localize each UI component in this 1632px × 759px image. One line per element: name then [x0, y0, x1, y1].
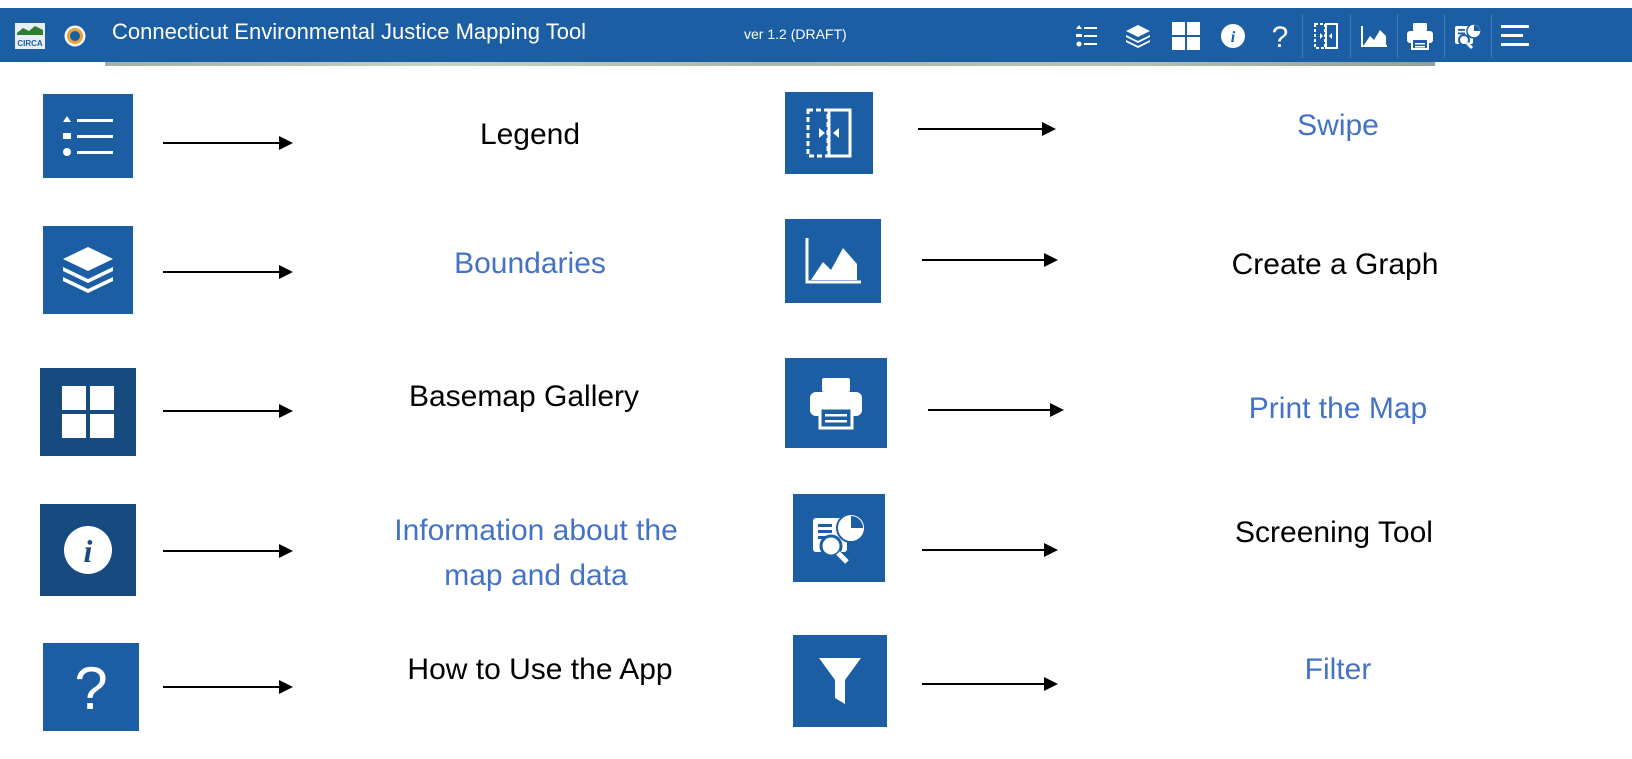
info-icon: i: [1221, 24, 1245, 48]
legend-arrow: [163, 136, 293, 150]
toolbar-separator: [1397, 14, 1398, 58]
app-title: Connecticut Environmental Justice Mappin…: [112, 19, 587, 44]
basemap-gallery-icon: [62, 386, 114, 438]
toolbar-info-button[interactable]: i: [1215, 18, 1251, 54]
toolbar-separator: [1444, 14, 1445, 58]
filter-arrow: [922, 677, 1058, 691]
circa-logo-text: CIRCA: [17, 39, 43, 48]
boundaries-label: Boundaries: [454, 247, 606, 280]
print-tile[interactable]: [785, 358, 887, 448]
basemap-gallery-icon: [1172, 22, 1200, 50]
screening-icon: [813, 513, 866, 564]
toolbar-layers-button[interactable]: [1120, 18, 1156, 54]
help-tile[interactable]: ?: [43, 643, 139, 731]
basemap-gallery-tile[interactable]: [40, 368, 136, 456]
menu-icon: [1501, 25, 1529, 46]
basemap-gallery-label: Basemap Gallery: [408, 380, 640, 413]
filter-tile[interactable]: [793, 635, 887, 727]
boundaries-tile[interactable]: [43, 226, 133, 314]
toolbar-separator: [1350, 14, 1351, 58]
info-icon: i: [64, 526, 112, 574]
graph-icon: [1361, 26, 1387, 47]
uconn-seal-icon: [64, 25, 86, 47]
print-arrow: [928, 403, 1064, 417]
screening-label: Screening Tool: [1235, 516, 1433, 549]
print-label: Print the Map: [1248, 392, 1428, 425]
toolbar-separator: [1491, 14, 1492, 58]
filter-icon: [819, 658, 861, 704]
graph-arrow: [922, 253, 1058, 267]
swipe-arrow: [918, 122, 1056, 136]
app-header: CIRCA Connecticut Environmental Justice …: [0, 8, 1632, 62]
print-icon: [810, 378, 862, 430]
help-arrow: [163, 680, 293, 694]
swipe-icon: [1314, 23, 1338, 49]
legend-icon: [63, 116, 113, 156]
help-icon: ?: [1272, 21, 1289, 51]
toolbar-graph-button[interactable]: [1356, 18, 1392, 54]
circa-logo-icon: CIRCA: [15, 23, 45, 49]
print-icon: [1407, 23, 1433, 50]
information-arrow: [163, 544, 293, 558]
help-icon: ?: [74, 657, 107, 717]
toolbar-menu-button[interactable]: [1497, 18, 1533, 54]
svg-text:i: i: [84, 533, 93, 569]
layers-icon: [63, 247, 113, 293]
svg-text:i: i: [1231, 29, 1236, 46]
toolbar-swipe-button[interactable]: [1308, 18, 1344, 54]
legend-icon: [1076, 25, 1097, 47]
filter-label: Filter: [1304, 653, 1372, 686]
information-label-line2: map and data: [444, 559, 628, 592]
toolbar-basemap-button[interactable]: [1168, 18, 1204, 54]
information-label-line1: Information about the: [394, 514, 678, 547]
screening-icon: [1455, 23, 1482, 50]
boundaries-arrow: [163, 265, 293, 279]
screening-arrow: [922, 543, 1058, 557]
toolbar-help-button[interactable]: ?: [1262, 18, 1298, 54]
toolbar-screening-button[interactable]: [1450, 18, 1486, 54]
toolbar-legend-button[interactable]: [1068, 18, 1104, 54]
swipe-label: Swipe: [1297, 109, 1379, 142]
toolbar-separator: [1302, 14, 1303, 58]
swipe-tile[interactable]: [785, 92, 873, 174]
graph-icon: [805, 238, 861, 284]
map-preview-strip: [105, 62, 1435, 66]
basemap-gallery-arrow: [163, 404, 293, 418]
toolbar-print-button[interactable]: [1402, 18, 1438, 54]
graph-tile[interactable]: [785, 219, 881, 303]
version-label: ver 1.2 (DRAFT): [744, 26, 847, 42]
svg-text:?: ?: [1272, 21, 1289, 51]
layers-icon: [1126, 25, 1150, 48]
swipe-icon: [806, 108, 852, 158]
information-tile[interactable]: i: [40, 504, 136, 596]
legend-tile[interactable]: [43, 94, 133, 178]
help-label: How to Use the App: [407, 653, 673, 686]
graph-label: Create a Graph: [1231, 248, 1439, 281]
legend-label: Legend: [479, 118, 581, 151]
screening-tile[interactable]: [793, 494, 885, 582]
svg-text:?: ?: [74, 657, 107, 717]
